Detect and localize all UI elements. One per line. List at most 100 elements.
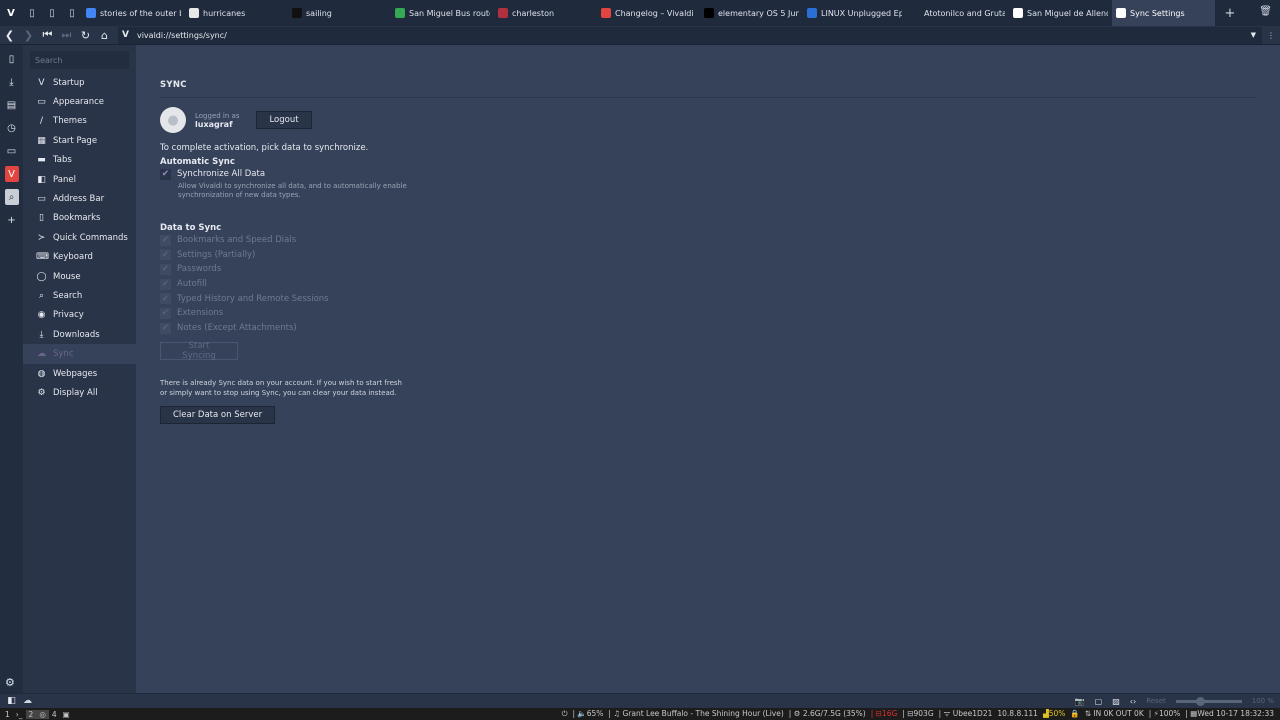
tab[interactable]: San Miguel Bus routes <box>391 0 494 26</box>
trash-icon[interactable]: 🗑 <box>1259 6 1272 17</box>
notes-panel-icon[interactable]: ▤ <box>5 97 19 113</box>
sync-icon: ☁ <box>37 349 46 360</box>
sidebar-item-themes[interactable]: / Themes <box>23 112 136 131</box>
workspace-button[interactable]: 2 <box>25 709 37 719</box>
data-sync-checkbox[interactable]: ✔ Autofill <box>160 277 1256 292</box>
tab[interactable]: stories of the outer bar <box>82 0 185 26</box>
data-sync-checkbox[interactable]: ✔ Bookmarks and Speed Dials <box>160 233 1256 248</box>
sidebar-item-privacy[interactable]: ◉ Privacy <box>23 306 136 325</box>
sidebar-item-start-page[interactable]: ▦ Start Page <box>23 131 136 150</box>
new-tab-button[interactable]: + <box>1219 6 1241 21</box>
chevron-down-icon[interactable]: ▼ <box>1251 31 1256 39</box>
add-web-panel-icon[interactable]: + <box>5 212 19 228</box>
checkbox-checked-icon[interactable]: ✔ <box>160 263 171 275</box>
sidebar-item-display-all[interactable]: ⚙ Display All <box>23 383 136 402</box>
checkbox-checked-icon[interactable]: ✔ <box>160 322 171 334</box>
images-icon[interactable]: ▨ <box>1112 697 1120 706</box>
data-sync-checkbox[interactable]: ✔ Typed History and Remote Sessions <box>160 291 1256 306</box>
checkbox-label: Extensions <box>177 308 224 319</box>
toggle-panel-icon[interactable]: ◧ <box>0 696 23 706</box>
sidebar-item-appearance[interactable]: ▭ Appearance <box>23 92 136 111</box>
synchronize-all-checkbox[interactable]: ✔ Synchronize All Data <box>160 167 1256 182</box>
sidebar-item-downloads[interactable]: ⤓ Downloads <box>23 325 136 344</box>
reload-button[interactable]: ↻ <box>76 29 95 42</box>
settings-search-input[interactable]: Search <box>30 51 129 69</box>
sidebar-item-bookmarks[interactable]: ▯ Bookmarks <box>23 209 136 228</box>
rewind-button[interactable]: ⏮ <box>38 28 57 42</box>
signal: ▟50% <box>1042 709 1066 718</box>
sidebar-item-search[interactable]: ⌕ Search <box>23 286 136 305</box>
checkbox-label: Autofill <box>177 279 207 290</box>
workspace-button[interactable]: 4 <box>49 710 60 719</box>
workspace-button[interactable]: ›_ <box>13 710 26 719</box>
zoom-reset-button[interactable]: Reset <box>1146 697 1166 705</box>
search-web-panel-icon[interactable]: ⌕ <box>4 189 19 205</box>
pinned-tab-document-icon[interactable]: ▯ <box>42 8 62 19</box>
workspace-button[interactable]: ▣ <box>60 710 73 719</box>
pinned-tab-document-icon[interactable]: ▯ <box>62 8 82 19</box>
sidebar-item-startup[interactable]: V Startup <box>23 73 136 92</box>
checkbox-checked-icon[interactable]: ✔ <box>160 234 171 246</box>
data-sync-checkbox[interactable]: ✔ Notes (Except Attachments) <box>160 321 1256 336</box>
sidebar-item-label: Mouse <box>53 271 81 282</box>
workspace-button[interactable]: ◎ <box>36 709 49 719</box>
tab[interactable]: elementary OS 5 Juno <box>700 0 803 26</box>
vivaldi-icon <box>601 8 611 18</box>
quick-commands-icon: ≻ <box>37 232 46 243</box>
clear-data-button[interactable]: Clear Data on Server <box>160 405 276 424</box>
tab[interactable]: LINUX Unplugged Epi <box>803 0 906 26</box>
sidebar-item-sync[interactable]: ☁ Sync <box>23 344 136 364</box>
history-panel-icon[interactable]: ◷ <box>5 120 19 136</box>
tab[interactable]: San Miguel de Allende <box>1009 0 1112 26</box>
sidebar-item-tabs[interactable]: ▬ Tabs <box>23 151 136 170</box>
start-syncing-button[interactable]: Start Syncing <box>160 341 238 361</box>
tab[interactable]: Changelog – Vivaldi 1.1 <box>597 0 700 26</box>
document-icon <box>910 8 920 18</box>
sidebar-item-quick-commands[interactable]: ≻ Quick Commands <box>23 228 136 247</box>
tab[interactable]: Atotonilco and Gruta H <box>906 0 1009 26</box>
tab[interactable]: hurricanes <box>185 0 288 26</box>
back-button[interactable]: ❮ <box>0 29 19 42</box>
window-panel-icon[interactable]: ▭ <box>5 143 19 159</box>
sidebar-item-panel[interactable]: ◧ Panel <box>23 170 136 189</box>
data-sync-checkbox[interactable]: ✔ Settings (Partially) <box>160 247 1256 262</box>
disk-root: | ⊟16G <box>870 709 898 718</box>
sync-settings: SYNC ● Logged in as luxagraf Logout To c… <box>136 45 1280 693</box>
tab[interactable]: charleston <box>494 0 597 26</box>
data-sync-checkbox[interactable]: ✔ Passwords <box>160 262 1256 277</box>
lock-icon: 🔒 <box>1070 709 1080 718</box>
fast-forward-button[interactable]: ⏭ <box>57 28 76 42</box>
settings-gear-icon[interactable]: ⚙ <box>5 676 15 689</box>
vivaldi-menu-button[interactable]: V <box>0 8 22 19</box>
checkbox-checked-icon[interactable]: ✔ <box>160 278 171 290</box>
sidebar-item-keyboard[interactable]: ⌨ Keyboard <box>23 248 136 267</box>
tab[interactable]: Sync Settings <box>1112 0 1215 26</box>
map-icon <box>1013 8 1023 18</box>
checkbox-checked-icon[interactable]: ✔ <box>160 293 171 305</box>
more-menu-icon[interactable]: ⋮ <box>1262 31 1280 40</box>
pinned-tab-document-icon[interactable]: ▯ <box>22 8 42 19</box>
tile-icon[interactable]: ▢ <box>1095 697 1103 706</box>
tab-bar: V ▯ ▯ ▯ stories of the outer bar hurrican… <box>0 0 1280 26</box>
data-sync-checkbox[interactable]: ✔ Extensions <box>160 306 1256 321</box>
sidebar-item-label: Panel <box>53 174 76 185</box>
bookmarks-panel-icon[interactable]: ▯ <box>5 51 19 67</box>
tab[interactable]: sailing <box>288 0 391 26</box>
downloads-panel-icon[interactable]: ⤓ <box>5 74 19 90</box>
sidebar-item-address-bar[interactable]: ▭ Address Bar <box>23 189 136 208</box>
sync-cloud-icon[interactable]: ☁ <box>23 696 32 706</box>
address-field[interactable]: V vivaldi://settings/sync/ ▼ <box>118 26 1262 44</box>
sidebar-item-mouse[interactable]: ◯ Mouse <box>23 267 136 286</box>
zoom-slider[interactable] <box>1175 696 1242 706</box>
home-button[interactable]: ⌂ <box>95 29 114 42</box>
forward-button[interactable]: ❯ <box>19 29 38 42</box>
page-actions-icon[interactable]: ‹› <box>1130 697 1136 706</box>
checkbox-checked-icon[interactable]: ✔ <box>160 307 171 319</box>
logout-button[interactable]: Logout <box>256 111 312 129</box>
checkbox-checked-icon[interactable]: ✔ <box>160 168 171 180</box>
capture-icon[interactable]: 📷 <box>1075 697 1085 706</box>
workspace-button[interactable]: 1 <box>2 710 13 719</box>
checkbox-checked-icon[interactable]: ✔ <box>160 249 171 261</box>
sidebar-item-webpages[interactable]: ◍ Webpages <box>23 364 136 383</box>
vivaldi-web-panel-icon[interactable]: V <box>4 166 19 182</box>
